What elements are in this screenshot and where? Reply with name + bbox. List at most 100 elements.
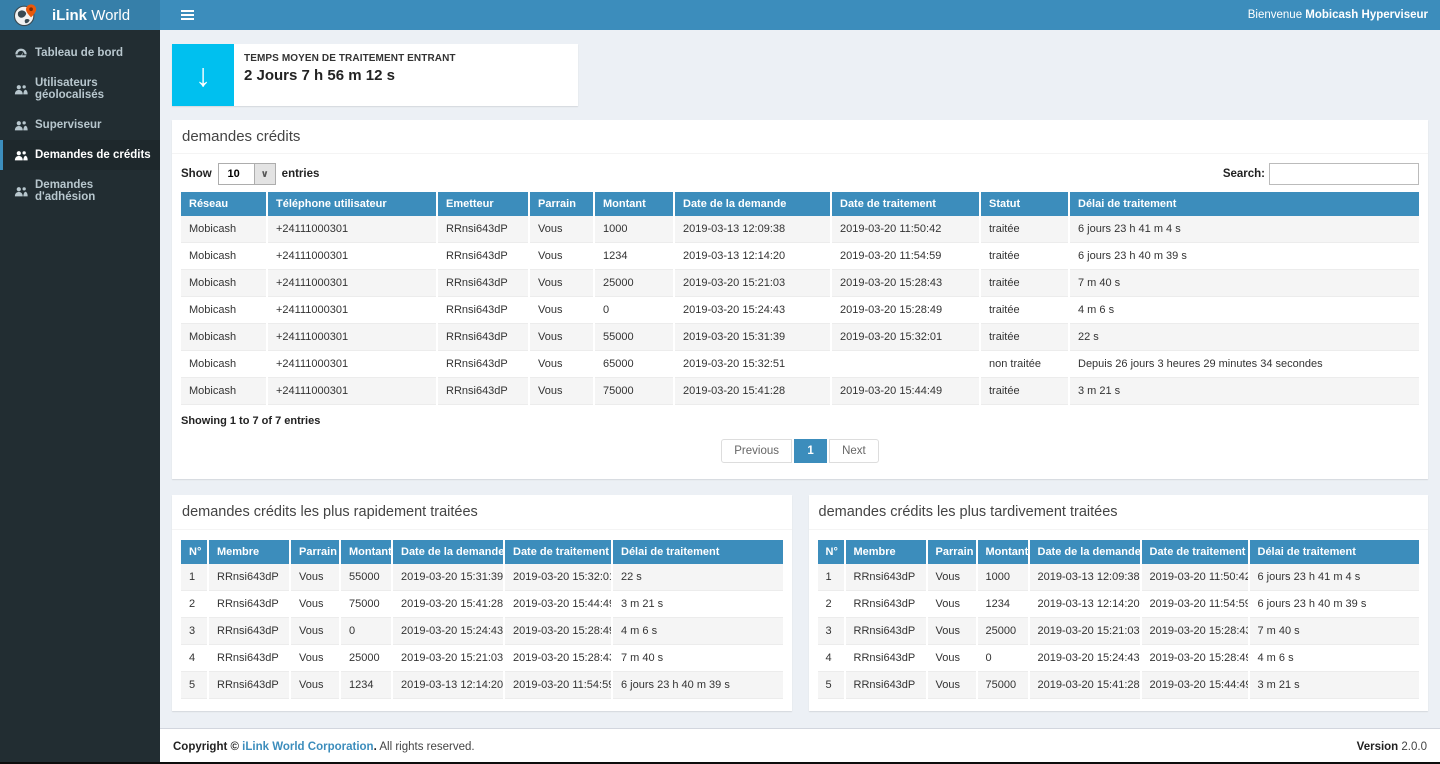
table-cell: RRnsi643dP [437, 243, 529, 270]
column-header: Délai de traitement [1069, 192, 1419, 216]
table-cell: 3 m 21 s [612, 591, 783, 618]
table-cell: 2019-03-13 12:14:20 [392, 672, 504, 699]
table-cell: 6 jours 23 h 41 m 4 s [1069, 216, 1419, 243]
table-cell: 4 [181, 645, 208, 672]
table-cell: 7 m 40 s [1069, 270, 1419, 297]
table-cell: 2019-03-20 15:28:49 [1141, 645, 1249, 672]
table-cell: Vous [290, 645, 340, 672]
welcome-username: Mobicash Hyperviseur [1305, 9, 1428, 21]
table-cell: 22 s [1069, 324, 1419, 351]
table-info-text: Showing 1 to 7 of 7 entries [172, 405, 1428, 437]
fastest-table-wrap: N°MembreParrainMontantDate de la demande… [172, 530, 792, 699]
column-header: Délai de traitement [612, 540, 783, 564]
table-cell: 2019-03-20 15:31:39 [674, 324, 831, 351]
table-cell: +24111000301 [267, 270, 437, 297]
welcome-text: Bienvenue Mobicash Hyperviseur [1248, 9, 1428, 21]
company-link[interactable]: iLink World Corporation [242, 741, 373, 753]
table-cell: 2 [818, 591, 845, 618]
table-cell: RRnsi643dP [208, 564, 290, 591]
sidebar-item-demandes-adhesion[interactable]: Demandes d'adhésion [0, 170, 160, 212]
table-cell: 3 [818, 618, 845, 645]
column-header: N° [818, 540, 845, 564]
slowest-box-header: demandes crédits les plus tardivement tr… [809, 495, 1429, 530]
table-cell: 6 jours 23 h 40 m 39 s [1249, 591, 1420, 618]
table-cell: 6 jours 23 h 41 m 4 s [1249, 564, 1420, 591]
search-input[interactable] [1269, 163, 1419, 185]
table-cell: RRnsi643dP [437, 324, 529, 351]
column-header: Emetteur [437, 192, 529, 216]
table-cell: traitée [980, 297, 1069, 324]
table-cell: 25000 [594, 270, 674, 297]
table-cell: 75000 [977, 672, 1029, 699]
column-header: Téléphone utilisateur [267, 192, 437, 216]
table-cell: 0 [977, 645, 1029, 672]
table-cell: 2019-03-13 12:09:38 [1029, 564, 1141, 591]
table-cell: RRnsi643dP [845, 618, 927, 645]
page-length-select[interactable]: 10 [218, 163, 276, 185]
credits-table-header-row: RéseauTéléphone utilisateurEmetteurParra… [181, 192, 1419, 216]
ilink-world-logo-icon [14, 3, 38, 27]
table-cell: 3 m 21 s [1249, 672, 1420, 699]
table-cell: RRnsi643dP [437, 378, 529, 405]
table-cell: 0 [594, 297, 674, 324]
credits-box-title: demandes crédits [182, 128, 300, 145]
table-cell: Vous [529, 270, 594, 297]
table-cell: traitée [980, 243, 1069, 270]
table-cell: 75000 [594, 378, 674, 405]
table-cell: Vous [927, 591, 977, 618]
table-row: 2RRnsi643dPVous750002019-03-20 15:41:282… [181, 591, 783, 618]
version-text: Version 2.0.0 [1357, 741, 1427, 753]
next-page-button[interactable]: Next [829, 439, 879, 463]
sidebar-toggle-hamburger-icon[interactable] [172, 0, 202, 30]
table-cell: Mobicash [181, 324, 267, 351]
copyright-prefix: Copyright © [173, 741, 242, 753]
table-cell: RRnsi643dP [208, 672, 290, 699]
brand-area[interactable]: iLink World [0, 0, 160, 30]
table-cell: +24111000301 [267, 297, 437, 324]
table-row: 3RRnsi643dPVous250002019-03-20 15:21:032… [818, 618, 1420, 645]
table-cell: traitée [980, 324, 1069, 351]
table-cell: 2019-03-13 12:09:38 [674, 216, 831, 243]
show-label: Show [181, 168, 212, 180]
search-label: Search: [1223, 168, 1265, 180]
table-cell [831, 351, 980, 378]
table-cell: 55000 [594, 324, 674, 351]
table-cell: RRnsi643dP [845, 645, 927, 672]
users-icon [13, 120, 29, 131]
table-cell: 2019-03-20 15:24:43 [392, 618, 504, 645]
table-cell: 2019-03-20 11:54:59 [831, 243, 980, 270]
table-cell: 2019-03-20 15:32:01 [504, 564, 612, 591]
table-cell: 1234 [594, 243, 674, 270]
sidebar-item-label: Utilisateurs géolocalisés [35, 77, 154, 101]
slowest-table-body: 1RRnsi643dPVous10002019-03-13 12:09:3820… [818, 564, 1420, 699]
table-cell: Vous [529, 216, 594, 243]
page-1-button[interactable]: 1 [794, 439, 826, 463]
sidebar-item-demandes-de-credits[interactable]: Demandes de crédits [0, 140, 160, 170]
table-row: 1RRnsi643dPVous10002019-03-13 12:09:3820… [818, 564, 1420, 591]
table-cell: 7 m 40 s [1249, 618, 1420, 645]
table-cell: traitée [980, 216, 1069, 243]
table-cell: 2 [181, 591, 208, 618]
table-cell: 7 m 40 s [612, 645, 783, 672]
table-cell: Vous [927, 645, 977, 672]
sidebar-item-utilisateurs-geolocalises[interactable]: Utilisateurs géolocalisés [0, 68, 160, 110]
table-cell: 2019-03-20 15:28:43 [1141, 618, 1249, 645]
table-row: 2RRnsi643dPVous12342019-03-13 12:14:2020… [818, 591, 1420, 618]
sidebar-item-tableau-de-bord[interactable]: Tableau de bord [0, 38, 160, 68]
table-cell: RRnsi643dP [437, 270, 529, 297]
table-cell: 2019-03-13 12:14:20 [674, 243, 831, 270]
table-cell: +24111000301 [267, 378, 437, 405]
table-row: Mobicash+24111000301RRnsi643dPVous750002… [181, 378, 1419, 405]
top-navbar: iLink World Bienvenue Mobicash Hypervise… [0, 0, 1440, 30]
table-cell: 2019-03-20 11:50:42 [1141, 564, 1249, 591]
table-cell: +24111000301 [267, 351, 437, 378]
users-icon [13, 150, 29, 161]
column-header: Parrain [927, 540, 977, 564]
table-cell: 2019-03-20 15:31:39 [392, 564, 504, 591]
credits-table: RéseauTéléphone utilisateurEmetteurParra… [181, 192, 1419, 405]
credits-table-body: Mobicash+24111000301RRnsi643dPVous100020… [181, 216, 1419, 405]
column-header: Date de traitement [831, 192, 980, 216]
previous-page-button[interactable]: Previous [721, 439, 792, 463]
fastest-table-body: 1RRnsi643dPVous550002019-03-20 15:31:392… [181, 564, 783, 699]
sidebar-item-superviseur[interactable]: Superviseur [0, 110, 160, 140]
